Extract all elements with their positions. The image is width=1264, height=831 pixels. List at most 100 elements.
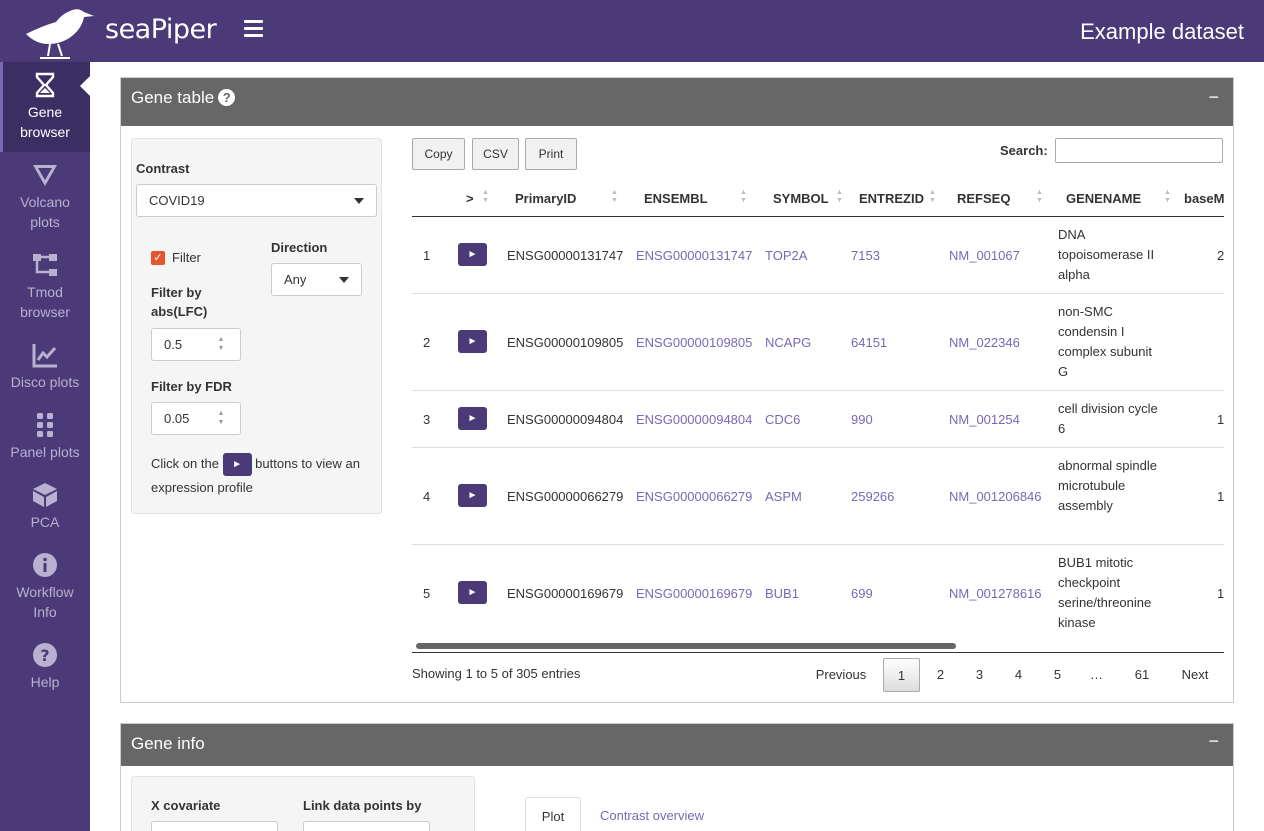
row-number: 3 <box>423 412 431 427</box>
help-icon[interactable]: ? <box>218 89 236 106</box>
column-header-genename[interactable]: GENENAME <box>1066 191 1141 206</box>
gene-info-header: Gene info − <box>121 724 1233 766</box>
collapse-button[interactable]: − <box>1208 731 1219 752</box>
ensembl-link[interactable]: ENSG00000066279 <box>636 489 752 504</box>
fdr-value: 0.05 <box>164 411 190 426</box>
refseq-link[interactable]: NM_001254 <box>949 412 1020 427</box>
ensembl-link[interactable]: ENSG00000169679 <box>636 586 752 601</box>
gene-name: DNA topoisomerase II alpha <box>1058 227 1155 282</box>
copy-button[interactable]: Copy <box>412 138 465 170</box>
symbol-link[interactable]: TOP2A <box>765 248 807 263</box>
symbol-link[interactable]: CDC6 <box>765 412 800 427</box>
filter-checkbox[interactable]: ✓ <box>151 251 165 265</box>
pagination-previous[interactable]: Previous <box>811 658 871 692</box>
primary-id: ENSG00000109805 <box>507 335 624 350</box>
column-header-expand[interactable]: > <box>466 191 474 206</box>
link-points-label: Link data points by <box>303 798 422 813</box>
pagination-next[interactable]: Next <box>1173 658 1217 692</box>
link-points-select[interactable] <box>303 821 430 831</box>
question-circle-icon: ? <box>33 643 57 667</box>
table-row: 4 ► ENSG00000066279 ENSG00000066279 ASPM… <box>412 448 1224 545</box>
sidebar-item-gene-browser[interactable]: Gene browser <box>0 62 91 152</box>
entrez-link[interactable]: 7153 <box>851 248 880 263</box>
menu-toggle-icon[interactable] <box>244 20 263 40</box>
pagination-page[interactable]: 4 <box>1000 658 1037 692</box>
refseq-link[interactable]: NM_001206846 <box>949 489 1042 504</box>
ensembl-link[interactable]: ENSG00000131747 <box>636 248 752 263</box>
sidebar-item-volcano-plots[interactable]: Volcano plots <box>0 162 90 232</box>
symbol-link[interactable]: ASPM <box>765 489 802 504</box>
direction-select[interactable]: Any <box>271 263 362 296</box>
refseq-link[interactable]: NM_001067 <box>949 248 1020 263</box>
primary-id: ENSG00000094804 <box>507 412 624 427</box>
column-header-entrezid[interactable]: ENTREZID <box>859 191 924 206</box>
ensembl-link[interactable]: ENSG00000109805 <box>636 335 752 350</box>
sort-icon: ▲ ▼ <box>836 189 843 204</box>
sidebar-item-pca[interactable]: PCA <box>0 482 90 532</box>
gene-info-controls: X covariate Link data points by <box>131 776 475 831</box>
sort-icon: ▲ ▼ <box>1036 189 1043 204</box>
play-button[interactable]: ► <box>458 243 487 266</box>
entrez-link[interactable]: 990 <box>851 412 873 427</box>
dataset-title: Example dataset <box>1080 19 1244 44</box>
primary-id: ENSG00000066279 <box>507 489 624 504</box>
sort-icon: ▲ ▼ <box>740 189 747 204</box>
top-header: seaPiper Example dataset <box>0 0 1264 62</box>
horizontal-scrollbar[interactable] <box>416 643 956 649</box>
tab-plot[interactable]: Plot <box>525 797 581 831</box>
x-covariate-select[interactable] <box>151 821 278 831</box>
pagination-page[interactable]: 61 <box>1123 658 1161 692</box>
sidebar-item-label: Disco plots <box>10 374 80 390</box>
column-header-ensembl[interactable]: ENSEMBL <box>644 191 708 206</box>
print-button[interactable]: Print <box>525 138 577 170</box>
column-header-basemean[interactable]: baseM <box>1184 191 1224 206</box>
gene-name: non-SMC condensin I complex subunit G <box>1058 304 1152 379</box>
svg-text:?: ? <box>40 646 49 665</box>
table-row: 3 ► ENSG00000094804 ENSG00000094804 CDC6… <box>412 391 1224 448</box>
sidebar-item-help[interactable]: ? Help <box>0 642 90 692</box>
csv-button[interactable]: CSV <box>472 138 519 170</box>
basemean-value: 1 <box>1217 412 1225 427</box>
lfc-input[interactable]: 0.5 ▲ ▼ <box>151 328 241 361</box>
fdr-input[interactable]: 0.05 ▲ ▼ <box>151 402 241 435</box>
gene-info-tabs: Plot Contrast overview <box>525 797 1235 831</box>
row-number: 2 <box>423 335 431 350</box>
sitemap-icon <box>33 254 57 276</box>
pagination-page[interactable]: 2 <box>922 658 959 692</box>
column-header-refseq[interactable]: REFSEQ <box>957 191 1010 206</box>
refseq-link[interactable]: NM_001278616 <box>949 586 1042 601</box>
stepper-arrows-icon[interactable]: ▲ ▼ <box>216 409 226 429</box>
sidebar: Gene browser Volcano plots Tmod browser … <box>0 62 91 831</box>
sidebar-item-tmod-browser[interactable]: Tmod browser <box>0 252 90 322</box>
lfc-label-line: Filter by <box>151 285 202 300</box>
pagination-page[interactable]: 5 <box>1039 658 1076 692</box>
stepper-arrows-icon[interactable]: ▲ ▼ <box>216 335 226 355</box>
tab-contrast-overview[interactable]: Contrast overview <box>591 797 713 831</box>
sidebar-item-label: Gene <box>27 104 63 120</box>
sidebar-item-workflow-info[interactable]: Workflow Info <box>0 552 90 622</box>
sidebar-item-label: browser <box>20 124 70 140</box>
play-button[interactable]: ► <box>458 484 487 507</box>
symbol-link[interactable]: NCAPG <box>765 335 811 350</box>
column-header-primaryid[interactable]: PrimaryID <box>515 191 576 206</box>
help-text: Click on the ► buttons to view an expres… <box>151 452 371 500</box>
pagination-page[interactable]: 3 <box>961 658 998 692</box>
primary-id: ENSG00000131747 <box>507 248 624 263</box>
entrez-link[interactable]: 259266 <box>851 489 894 504</box>
column-header-symbol[interactable]: SYMBOL <box>773 191 829 206</box>
entrez-link[interactable]: 64151 <box>851 335 887 350</box>
entrez-link[interactable]: 699 <box>851 586 873 601</box>
collapse-button[interactable]: − <box>1208 87 1219 108</box>
ensembl-link[interactable]: ENSG00000094804 <box>636 412 752 427</box>
search-input[interactable] <box>1055 138 1223 163</box>
sidebar-item-disco-plots[interactable]: Disco plots <box>0 342 90 392</box>
sidebar-item-label: Help <box>30 674 60 690</box>
play-button[interactable]: ► <box>458 581 487 604</box>
refseq-link[interactable]: NM_022346 <box>949 335 1020 350</box>
play-button[interactable]: ► <box>458 407 487 430</box>
symbol-link[interactable]: BUB1 <box>765 586 799 601</box>
contrast-select[interactable]: COVID19 <box>136 184 377 217</box>
sidebar-item-panel-plots[interactable]: Panel plots <box>0 412 90 462</box>
pagination-page-current[interactable]: 1 <box>883 658 920 692</box>
play-button[interactable]: ► <box>458 330 487 353</box>
